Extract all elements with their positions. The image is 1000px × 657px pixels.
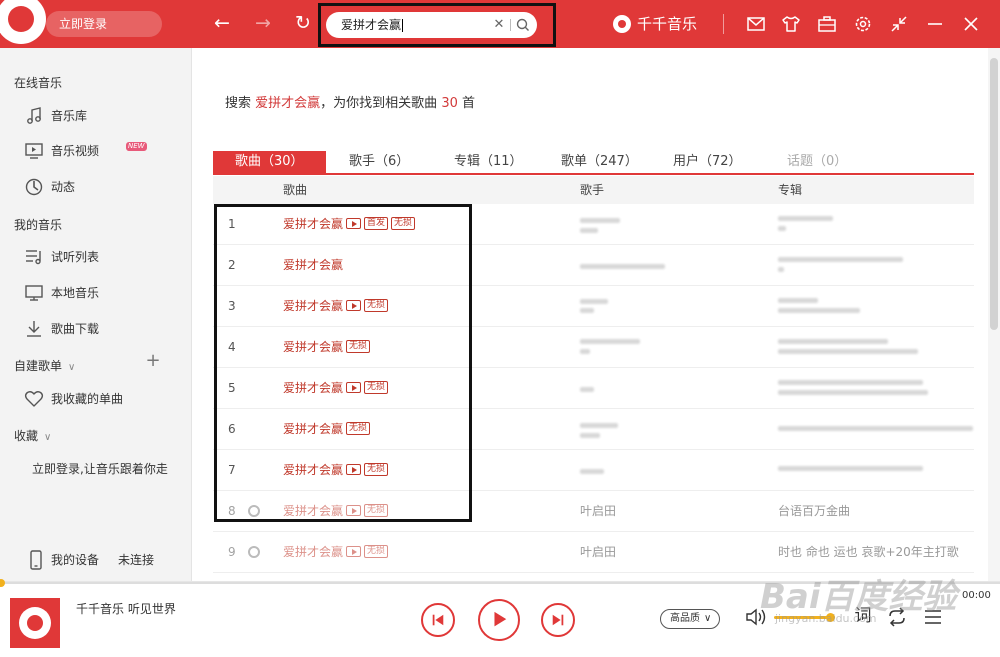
forward-arrow-icon[interactable]: → xyxy=(252,12,274,34)
login-button[interactable]: 立即登录 xyxy=(46,11,162,37)
title-bar: 立即登录 ← → ↻ 爱拼才会赢 ✕ 千千音乐 xyxy=(0,0,1000,48)
column-singer: 歌手 xyxy=(580,183,605,197)
login-prompt-link[interactable]: 立即登录,让音乐跟着你走 xyxy=(32,460,168,477)
app-logo[interactable] xyxy=(0,0,50,48)
device-label: 我的设备 xyxy=(51,553,100,567)
sidebar-item-label: 试听列表 xyxy=(51,250,100,264)
chevron-down-icon: ∨ xyxy=(68,362,76,373)
song-list-highlight-frame xyxy=(214,204,472,522)
toolbox-icon[interactable] xyxy=(817,14,837,34)
play-button[interactable] xyxy=(478,599,520,641)
brand-logo-icon xyxy=(613,15,631,33)
quality-select[interactable]: 高品质 ∨ xyxy=(660,609,720,629)
minimize-icon[interactable] xyxy=(925,14,945,34)
sidebar-item-label: 我收藏的单曲 xyxy=(51,392,124,406)
skin-shirt-icon[interactable] xyxy=(781,14,801,34)
singer-link[interactable]: 叶启田 xyxy=(580,532,616,573)
section-custom-playlists[interactable]: 自建歌单 ∨ xyxy=(14,357,75,374)
tab-users[interactable]: 用户（72） xyxy=(673,151,742,173)
sidebar-item-favorite-songs[interactable]: 我收藏的单曲 xyxy=(24,388,184,410)
search-summary: 搜索 爱拼才会赢，为你找到相关歌曲 30 首 xyxy=(225,96,476,111)
search-icon[interactable] xyxy=(515,18,531,32)
tag-badge: 无损 xyxy=(364,545,389,558)
sidebar-item-label: 歌曲下载 xyxy=(51,322,100,336)
sidebar-item-music-library[interactable]: 音乐库 xyxy=(24,105,184,127)
heart-icon xyxy=(24,391,44,407)
mini-mode-icon[interactable] xyxy=(889,14,909,34)
album-cover[interactable] xyxy=(10,598,60,648)
album-link[interactable]: 时也 命也 运也 哀歌+20年主打歌 xyxy=(778,532,959,573)
sidebar-item-song-download[interactable]: 歌曲下载 xyxy=(24,318,184,340)
section-online-music: 在线音乐 xyxy=(14,76,63,90)
section-my-music: 我的音乐 xyxy=(14,218,63,232)
result-tabs: 歌曲（30） 歌手（6） 专辑（11） 歌单（247） 用户（72） 话题（0） xyxy=(213,151,974,175)
sidebar-item-activity[interactable]: 动态 xyxy=(24,176,184,198)
now-playing-text: 千千音乐 听见世界 xyxy=(76,602,176,616)
tab-topics[interactable]: 话题（0） xyxy=(787,151,847,173)
column-album: 专辑 xyxy=(778,183,803,197)
clear-icon[interactable]: ✕ xyxy=(492,12,506,38)
elapsed-time: 00:00 xyxy=(962,590,991,601)
sidebar: 在线音乐 音乐库 音乐视频 NEW 动态 我的音乐 试听列表 本地音乐 歌曲下载… xyxy=(0,48,192,581)
next-button[interactable] xyxy=(541,603,575,637)
search-highlight-frame: 爱拼才会赢 ✕ xyxy=(318,3,556,47)
download-icon xyxy=(27,321,41,337)
sidebar-item-trial-list[interactable]: 试听列表 xyxy=(24,246,184,268)
mail-icon[interactable] xyxy=(746,14,766,34)
activity-icon xyxy=(25,178,43,196)
search-input[interactable]: 爱拼才会赢 ✕ xyxy=(326,12,537,38)
sidebar-item-label: 本地音乐 xyxy=(51,286,100,300)
music-note-icon xyxy=(27,107,41,124)
sidebar-item-music-video[interactable]: 音乐视频 NEW xyxy=(24,140,184,162)
table-row[interactable]: 9 爱拼才会赢 无损 叶启田 时也 命也 运也 哀歌+20年主打歌 xyxy=(213,532,974,573)
close-icon[interactable] xyxy=(961,14,981,34)
video-icon xyxy=(25,143,43,159)
progress-bar[interactable] xyxy=(0,579,1000,587)
tab-albums[interactable]: 专辑（11） xyxy=(454,151,523,173)
back-arrow-icon[interactable]: ← xyxy=(211,12,233,34)
scrollbar-thumb[interactable] xyxy=(990,58,998,330)
tab-playlists[interactable]: 歌单（247） xyxy=(561,151,638,173)
previous-button[interactable] xyxy=(421,603,455,637)
monitor-icon xyxy=(25,285,43,301)
add-playlist-icon[interactable]: + xyxy=(145,352,161,370)
scrollbar[interactable] xyxy=(988,48,1000,581)
phone-icon xyxy=(30,550,42,570)
volume-icon[interactable] xyxy=(744,606,768,628)
cd-disc-icon xyxy=(248,546,260,558)
search-query: 爱拼才会赢 xyxy=(341,18,402,32)
volume-knob[interactable] xyxy=(826,613,835,622)
tab-songs[interactable]: 歌曲（30） xyxy=(213,151,326,173)
gear-icon[interactable] xyxy=(853,14,873,34)
device-connection-status: 未连接 xyxy=(118,553,155,567)
mv-play-icon[interactable] xyxy=(346,546,362,557)
result-count: 30 xyxy=(441,96,458,111)
sidebar-item-label: 音乐库 xyxy=(51,109,88,123)
lyrics-button[interactable]: 词 xyxy=(852,604,874,628)
chevron-down-icon: ∨ xyxy=(704,613,712,624)
album-link[interactable]: 台语百万金曲 xyxy=(778,491,850,532)
sidebar-item-local-music[interactable]: 本地音乐 xyxy=(24,282,184,304)
sidebar-item-label: 音乐视频 xyxy=(51,144,100,158)
playlist-menu-icon[interactable] xyxy=(922,606,944,628)
chevron-down-icon: ∨ xyxy=(44,432,52,443)
song-title[interactable]: 爱拼才会赢 xyxy=(283,545,343,559)
refresh-icon[interactable]: ↻ xyxy=(292,12,314,34)
table-header: 歌曲 歌手 专辑 xyxy=(213,176,974,204)
tab-singers[interactable]: 歌手（6） xyxy=(349,151,409,173)
singer-link[interactable]: 叶启田 xyxy=(580,491,616,532)
new-badge: NEW xyxy=(126,142,147,151)
progress-knob[interactable] xyxy=(0,579,5,587)
sidebar-item-label: 动态 xyxy=(51,180,76,194)
repeat-icon[interactable] xyxy=(886,606,908,628)
volume-slider[interactable] xyxy=(774,613,835,622)
section-favorites[interactable]: 收藏 ∨ xyxy=(14,427,51,444)
search-keyword: 爱拼才会赢 xyxy=(255,96,321,111)
playlist-icon xyxy=(26,250,41,265)
brand-name: 千千音乐 xyxy=(637,15,698,33)
column-song: 歌曲 xyxy=(283,183,308,197)
player-bar: 00:00 千千音乐 听见世界 高品质 ∨ 词 xyxy=(0,579,1000,657)
